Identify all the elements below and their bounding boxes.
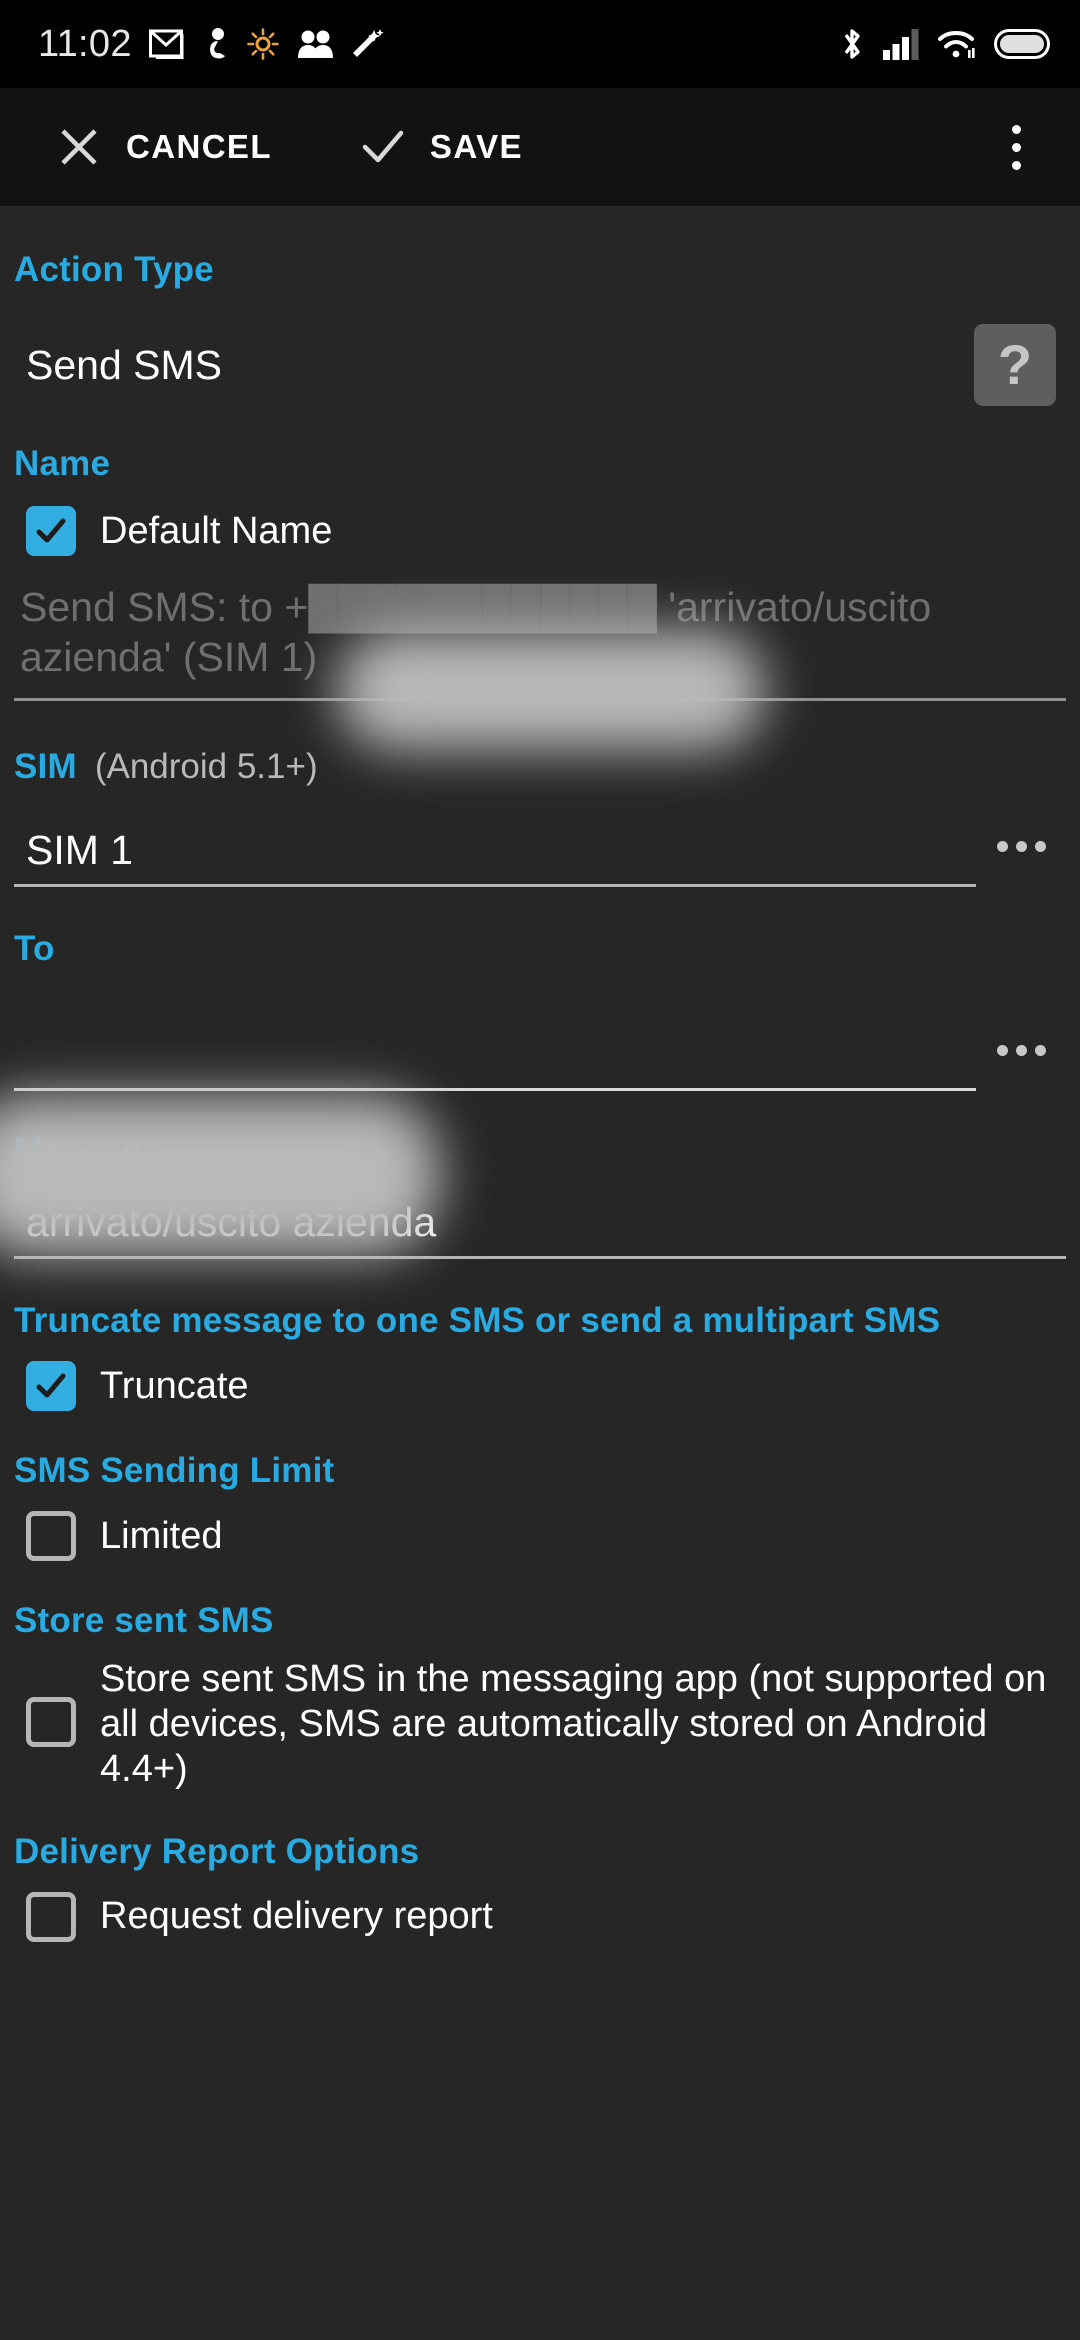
status-bar-left: 11:02: [38, 23, 385, 66]
action-type-row[interactable]: Send SMS ?: [14, 324, 1066, 406]
limited-row[interactable]: Limited: [14, 1511, 1066, 1562]
brightness-icon: [246, 28, 279, 60]
to-field[interactable]: [14, 1031, 976, 1092]
store-sent-checkbox-label: Store sent SMS in the messaging app (not…: [100, 1658, 1047, 1790]
cancel-button-label: CANCEL: [126, 128, 272, 165]
overflow-dot: [1011, 160, 1021, 170]
sim-sublabel: (Android 5.1+): [94, 747, 318, 787]
overflow-dot: [1011, 142, 1021, 152]
cellular-signal-icon: [882, 28, 920, 60]
status-bar-right: [839, 26, 1050, 62]
name-label: Name: [14, 444, 111, 483]
check-icon: [356, 125, 410, 169]
overflow-dot: [1011, 124, 1021, 134]
message-section: Message arrivato/uscito azienda: [14, 1091, 1066, 1260]
help-button[interactable]: ?: [974, 324, 1056, 406]
dot: [1034, 840, 1046, 852]
delivery-report-label: Delivery Report Options: [14, 1831, 420, 1871]
magic-wand-icon: [351, 28, 385, 60]
dot: [1015, 1044, 1027, 1056]
default-name-checkbox[interactable]: [26, 506, 76, 556]
name-section: Name Default Name Send SMS: to +████████…: [14, 406, 1066, 702]
message-value: arrivato/uscito azienda: [26, 1199, 437, 1246]
sim-label: SIM: [14, 747, 77, 787]
bluetooth-icon: [839, 26, 865, 62]
settings-form: Action Type Send SMS ? Name Default Name…: [0, 206, 1080, 1942]
store-sent-sms-section: Store sent SMS Store sent SMS in the mes…: [14, 1561, 1066, 1791]
request-delivery-report-checkbox[interactable]: [26, 1891, 76, 1942]
truncate-checkbox[interactable]: [26, 1361, 76, 1412]
request-delivery-report-label: Request delivery report: [100, 1895, 493, 1938]
save-button[interactable]: SAVE: [356, 125, 523, 169]
truncate-checkbox-label: Truncate: [100, 1364, 249, 1407]
to-value: [14, 1031, 976, 1078]
request-delivery-report-row[interactable]: Request delivery report: [14, 1891, 1066, 1942]
default-name-row[interactable]: Default Name: [14, 506, 1066, 556]
save-button-label: SAVE: [429, 128, 523, 165]
sim-value-row[interactable]: SIM 1: [14, 817, 1066, 888]
people-icon: [296, 29, 334, 59]
default-name-label: Default Name: [100, 509, 333, 552]
gmail-icon: [148, 29, 185, 59]
limited-checkbox[interactable]: [26, 1511, 76, 1562]
sim-section: SIM (Android 5.1+) SIM 1: [14, 701, 1066, 888]
screen-root: 11:02 CANCEL SAVE Action Type Send SMS ?…: [0, 0, 1080, 2340]
cancel-button[interactable]: CANCEL: [52, 125, 272, 169]
dot: [1034, 1044, 1046, 1056]
action-type-section: Action Type Send SMS ?: [14, 206, 1066, 406]
sim-field[interactable]: SIM 1: [14, 827, 976, 888]
more-options-icon[interactable]: [986, 107, 1046, 187]
to-more-button[interactable]: [976, 1021, 1066, 1091]
action-bar: CANCEL SAVE: [0, 88, 1080, 206]
truncate-section: Truncate message to one SMS or send a mu…: [14, 1259, 1066, 1412]
truncate-label: Truncate message to one SMS or send a mu…: [14, 1301, 941, 1341]
close-icon: [52, 125, 106, 169]
status-bar: 11:02: [0, 0, 1080, 88]
person-icon: [202, 27, 230, 61]
store-sent-row[interactable]: Store sent SMS in the messaging app (not…: [14, 1657, 1066, 1791]
store-sent-sms-label: Store sent SMS: [14, 1601, 274, 1641]
limited-checkbox-label: Limited: [100, 1514, 223, 1557]
to-underline: [14, 1088, 976, 1092]
dot: [1015, 840, 1027, 852]
action-type-label: Action Type: [14, 250, 214, 289]
to-value-row[interactable]: [14, 1021, 1066, 1092]
battery-icon: [994, 29, 1050, 59]
sending-limit-label: SMS Sending Limit: [14, 1451, 335, 1491]
sim-more-button[interactable]: [976, 817, 1066, 887]
name-preview-text: Send SMS: to +████████████ 'arrivato/usc…: [20, 584, 932, 681]
sending-limit-section: SMS Sending Limit Limited: [14, 1411, 1066, 1562]
to-label: To: [14, 929, 55, 969]
truncate-row[interactable]: Truncate: [14, 1361, 1066, 1412]
sim-value: SIM 1: [26, 827, 134, 874]
dot: [996, 1044, 1008, 1056]
sim-underline: [14, 884, 976, 888]
wifi-icon: [937, 28, 977, 60]
store-sent-checkbox[interactable]: [26, 1697, 76, 1748]
sim-header: SIM (Android 5.1+): [14, 747, 1066, 787]
status-bar-clock: 11:02: [38, 22, 132, 65]
message-field[interactable]: arrivato/uscito azienda: [14, 1199, 1066, 1260]
to-section: To: [14, 887, 1066, 1092]
message-label: Message: [14, 1131, 164, 1171]
action-type-value: Send SMS: [26, 341, 222, 388]
delivery-report-section: Delivery Report Options Request delivery…: [14, 1792, 1066, 1942]
dot: [996, 840, 1008, 852]
